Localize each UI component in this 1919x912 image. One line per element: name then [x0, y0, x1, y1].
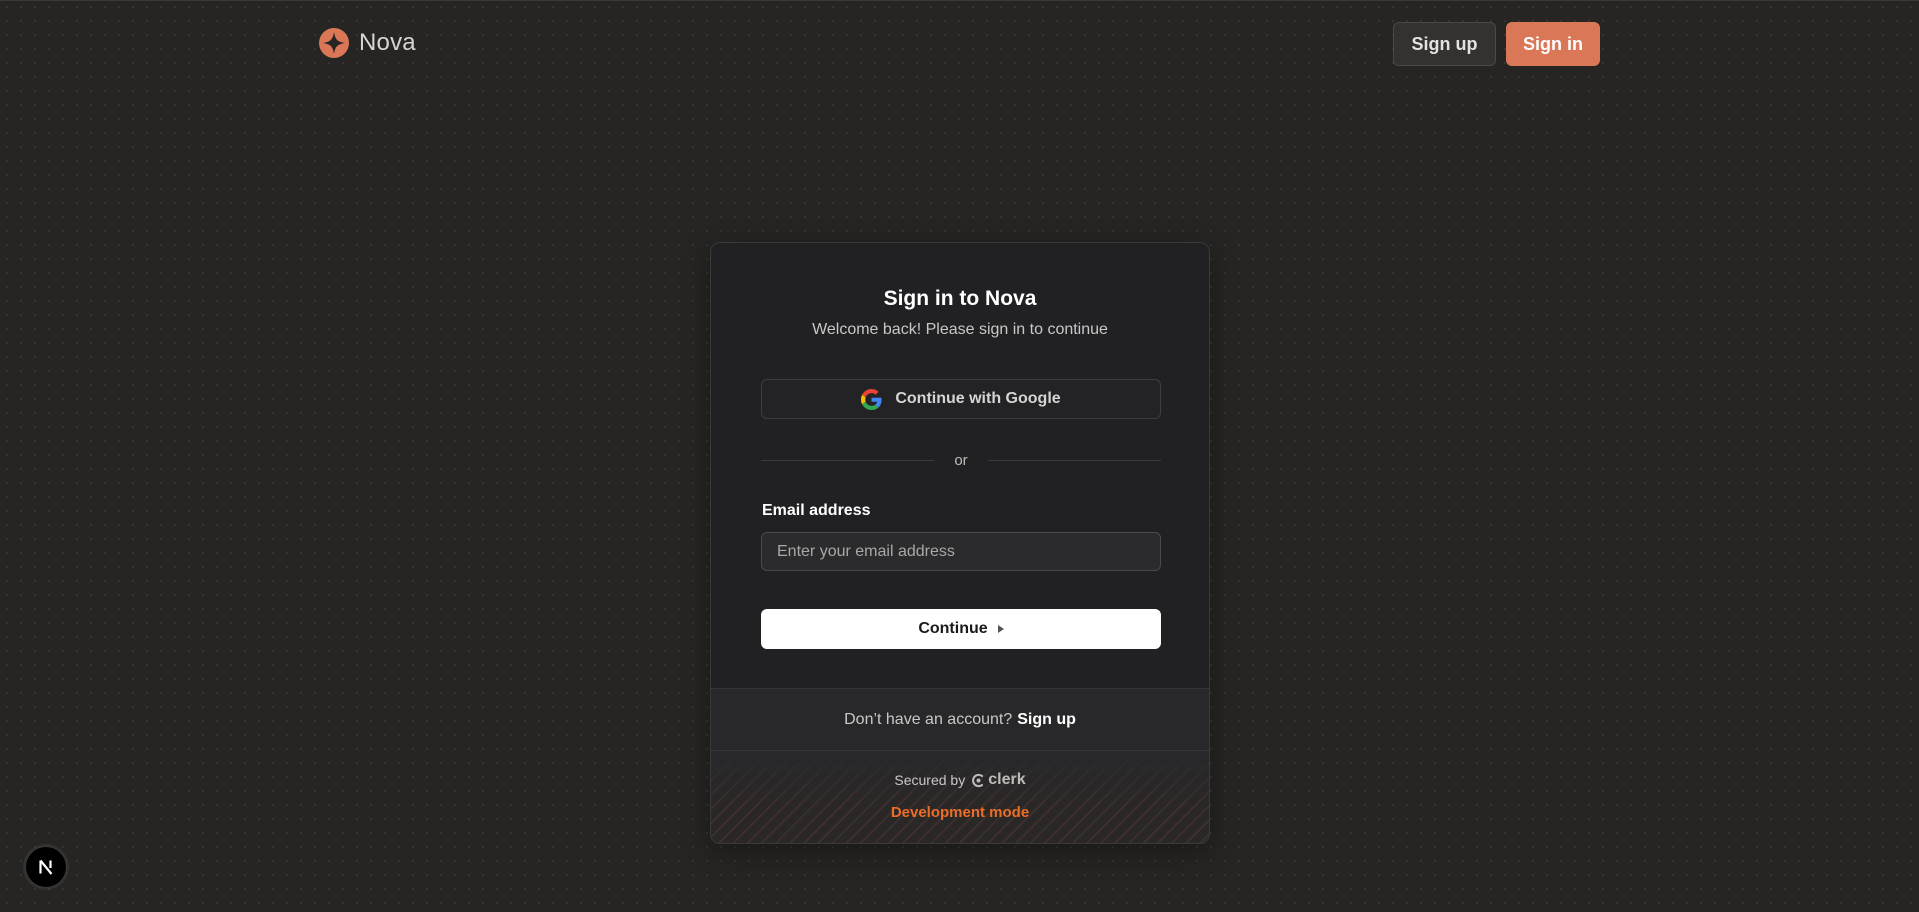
sign-up-link[interactable]: Sign up [1017, 711, 1076, 729]
email-input[interactable] [761, 532, 1161, 571]
header-sign-up-button[interactable]: Sign up [1393, 22, 1496, 66]
email-label: Email address [762, 502, 871, 519]
nova-logo-icon [319, 28, 349, 58]
continue-button-label: Continue [918, 620, 988, 637]
or-divider: or [761, 449, 1161, 471]
secured-footer: Secured by clerk Development mode [711, 751, 1209, 843]
divider-line-left [761, 459, 935, 461]
no-account-text: Don’t have an account? [844, 710, 1013, 728]
divider-text: or [954, 451, 968, 469]
clerk-brand-text: clerk [988, 771, 1026, 788]
continue-with-google-button[interactable]: Continue with Google [761, 379, 1161, 419]
account-footer: Don’t have an account? Sign up [711, 689, 1209, 751]
development-mode-label: Development mode [890, 804, 1030, 821]
google-button-label: Continue with Google [895, 390, 1061, 407]
nextjs-icon [39, 859, 53, 875]
card-subtitle: Welcome back! Please sign in to continue [812, 321, 1108, 338]
clerk-logo[interactable]: clerk [971, 771, 1026, 789]
caret-right-icon [997, 625, 1004, 633]
header-sign-in-button[interactable]: Sign in [1506, 22, 1600, 66]
clerk-icon [972, 773, 984, 787]
secured-by-text: Secured by [894, 772, 966, 788]
sign-in-card: Sign in to Nova Welcome back! Please sig… [710, 242, 1210, 844]
top-navigation: Nova Sign up Sign in [0, 1, 1919, 89]
continue-button[interactable]: Continue [761, 609, 1161, 649]
google-icon [861, 388, 882, 410]
sign-in-form-panel: Sign in to Nova Welcome back! Please sig… [711, 243, 1209, 689]
brand-name: Nova [359, 29, 416, 56]
card-title: Sign in to Nova [883, 287, 1037, 310]
divider-line-right [987, 459, 1161, 461]
nextjs-dev-tools-button[interactable] [25, 846, 67, 888]
brand[interactable]: Nova [318, 27, 416, 59]
secured-by-row: Secured by clerk [711, 771, 1209, 789]
